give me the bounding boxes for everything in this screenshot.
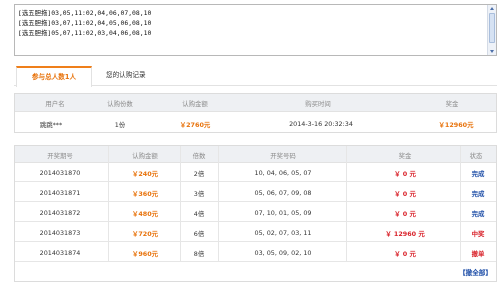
prize: ￥ 12960 元 xyxy=(385,230,425,238)
prize: ￥ 0 元 xyxy=(394,250,416,258)
header-time: 购买时间 xyxy=(305,100,331,108)
multiple: 6倍 xyxy=(193,230,205,238)
header-status: 状态 xyxy=(469,152,483,160)
prize: ￥12960元 xyxy=(438,121,474,129)
scroll-up-icon[interactable] xyxy=(490,7,494,10)
shares: 1份 xyxy=(114,121,126,129)
header-multiple: 倍数 xyxy=(192,152,206,160)
username: 跳跳*** xyxy=(39,121,63,129)
draw-numbers: 10, 04, 06, 05, 07 xyxy=(254,169,312,177)
draw-numbers: 03, 05, 09, 02, 10 xyxy=(254,249,312,257)
draw-numbers: 07, 10, 01, 05, 09 xyxy=(254,209,312,217)
table-row: 2014031870 ￥240元 2倍 10, 04, 06, 05, 07 ￥… xyxy=(15,163,496,182)
multiple: 3倍 xyxy=(193,190,205,198)
header-username: 用户名 xyxy=(45,100,65,108)
status-link[interactable]: 完成 xyxy=(472,209,485,218)
status-link[interactable]: 完成 xyxy=(472,189,485,198)
status-link[interactable]: 撤单 xyxy=(472,249,485,258)
issue: 2014031872 xyxy=(39,209,81,217)
tab-bar: 参与总人数1人 您的认购记录 xyxy=(14,66,497,87)
tab-participants[interactable]: 参与总人数1人 xyxy=(16,66,92,87)
table-row: 2014031871 ￥360元 3倍 05, 06, 07, 09, 08 ￥… xyxy=(15,183,496,202)
header-issue: 开奖期号 xyxy=(47,152,73,160)
table-header: 用户名 认购份数 认购金额 购买时间 奖金 xyxy=(15,94,496,112)
draw-numbers: 05, 02, 07, 03, 11 xyxy=(254,229,312,237)
draw-history-table: 开奖期号 认购金额 倍数 开奖号码 奖金 状态 2014031870 ￥240元… xyxy=(14,145,497,282)
bet-line: [选五胆拖]03,05,11:02,04,06,07,08,10 xyxy=(18,9,152,17)
issue: 2014031871 xyxy=(39,189,81,197)
header-prize: 奖金 xyxy=(445,100,459,108)
amount: ￥720元 xyxy=(131,230,159,238)
tab-my-records[interactable]: 您的认购记录 xyxy=(106,66,186,86)
bet-line: [选五胆拖]03,07,11:02,04,05,06,08,10 xyxy=(18,19,152,27)
table-row: 2014031874 ￥960元 8倍 03, 05, 09, 02, 10 ￥… xyxy=(15,243,496,262)
header-prize: 奖金 xyxy=(398,152,412,160)
bet-line: [选五胆拖]05,07,11:02,03,04,06,08,10 xyxy=(18,29,152,37)
purchase-time: 2014-3-16 20:32:34 xyxy=(289,120,353,128)
prize: ￥ 0 元 xyxy=(394,190,416,198)
bet-numbers-textarea[interactable]: [选五胆拖]03,05,11:02,04,06,07,08,10 [选五胆拖]0… xyxy=(14,4,497,56)
issue: 2014031874 xyxy=(39,249,81,257)
amount: ￥960元 xyxy=(131,250,159,258)
prize: ￥ 0 元 xyxy=(394,170,416,178)
multiple: 4倍 xyxy=(193,210,205,218)
header-shares: 认购份数 xyxy=(107,100,133,108)
status-link[interactable]: 中奖 xyxy=(472,229,485,238)
amount: ￥480元 xyxy=(131,210,159,218)
status-link[interactable]: 完成 xyxy=(472,169,485,178)
issue: 2014031870 xyxy=(39,169,81,177)
scroll-thumb[interactable] xyxy=(489,13,495,43)
header-amount: 认购金额 xyxy=(182,100,208,108)
scroll-down-icon[interactable] xyxy=(490,50,494,53)
amount: ￥240元 xyxy=(131,170,159,178)
participants-table: 用户名 认购份数 认购金额 购买时间 奖金 跳跳*** 1份 ￥2760元 20… xyxy=(14,93,497,133)
table-row: 2014031872 ￥480元 4倍 07, 10, 01, 05, 09 ￥… xyxy=(15,203,496,222)
cancel-all-link[interactable]: 【撤全部】 xyxy=(459,267,492,277)
prize: ￥ 0 元 xyxy=(394,210,416,218)
header-numbers: 开奖号码 xyxy=(270,152,296,160)
multiple: 2倍 xyxy=(193,170,205,178)
amount: ￥360元 xyxy=(131,190,159,198)
amount: ￥2760元 xyxy=(179,121,211,129)
textarea-scrollbar[interactable] xyxy=(487,5,496,55)
header-amount: 认购金额 xyxy=(132,152,158,160)
table-header: 开奖期号 认购金额 倍数 开奖号码 奖金 状态 xyxy=(15,146,496,163)
issue: 2014031873 xyxy=(39,229,81,237)
multiple: 8倍 xyxy=(193,250,205,258)
table-row: 2014031873 ￥720元 6倍 05, 02, 07, 03, 11 ￥… xyxy=(15,223,496,242)
draw-numbers: 05, 06, 07, 09, 08 xyxy=(254,189,312,197)
